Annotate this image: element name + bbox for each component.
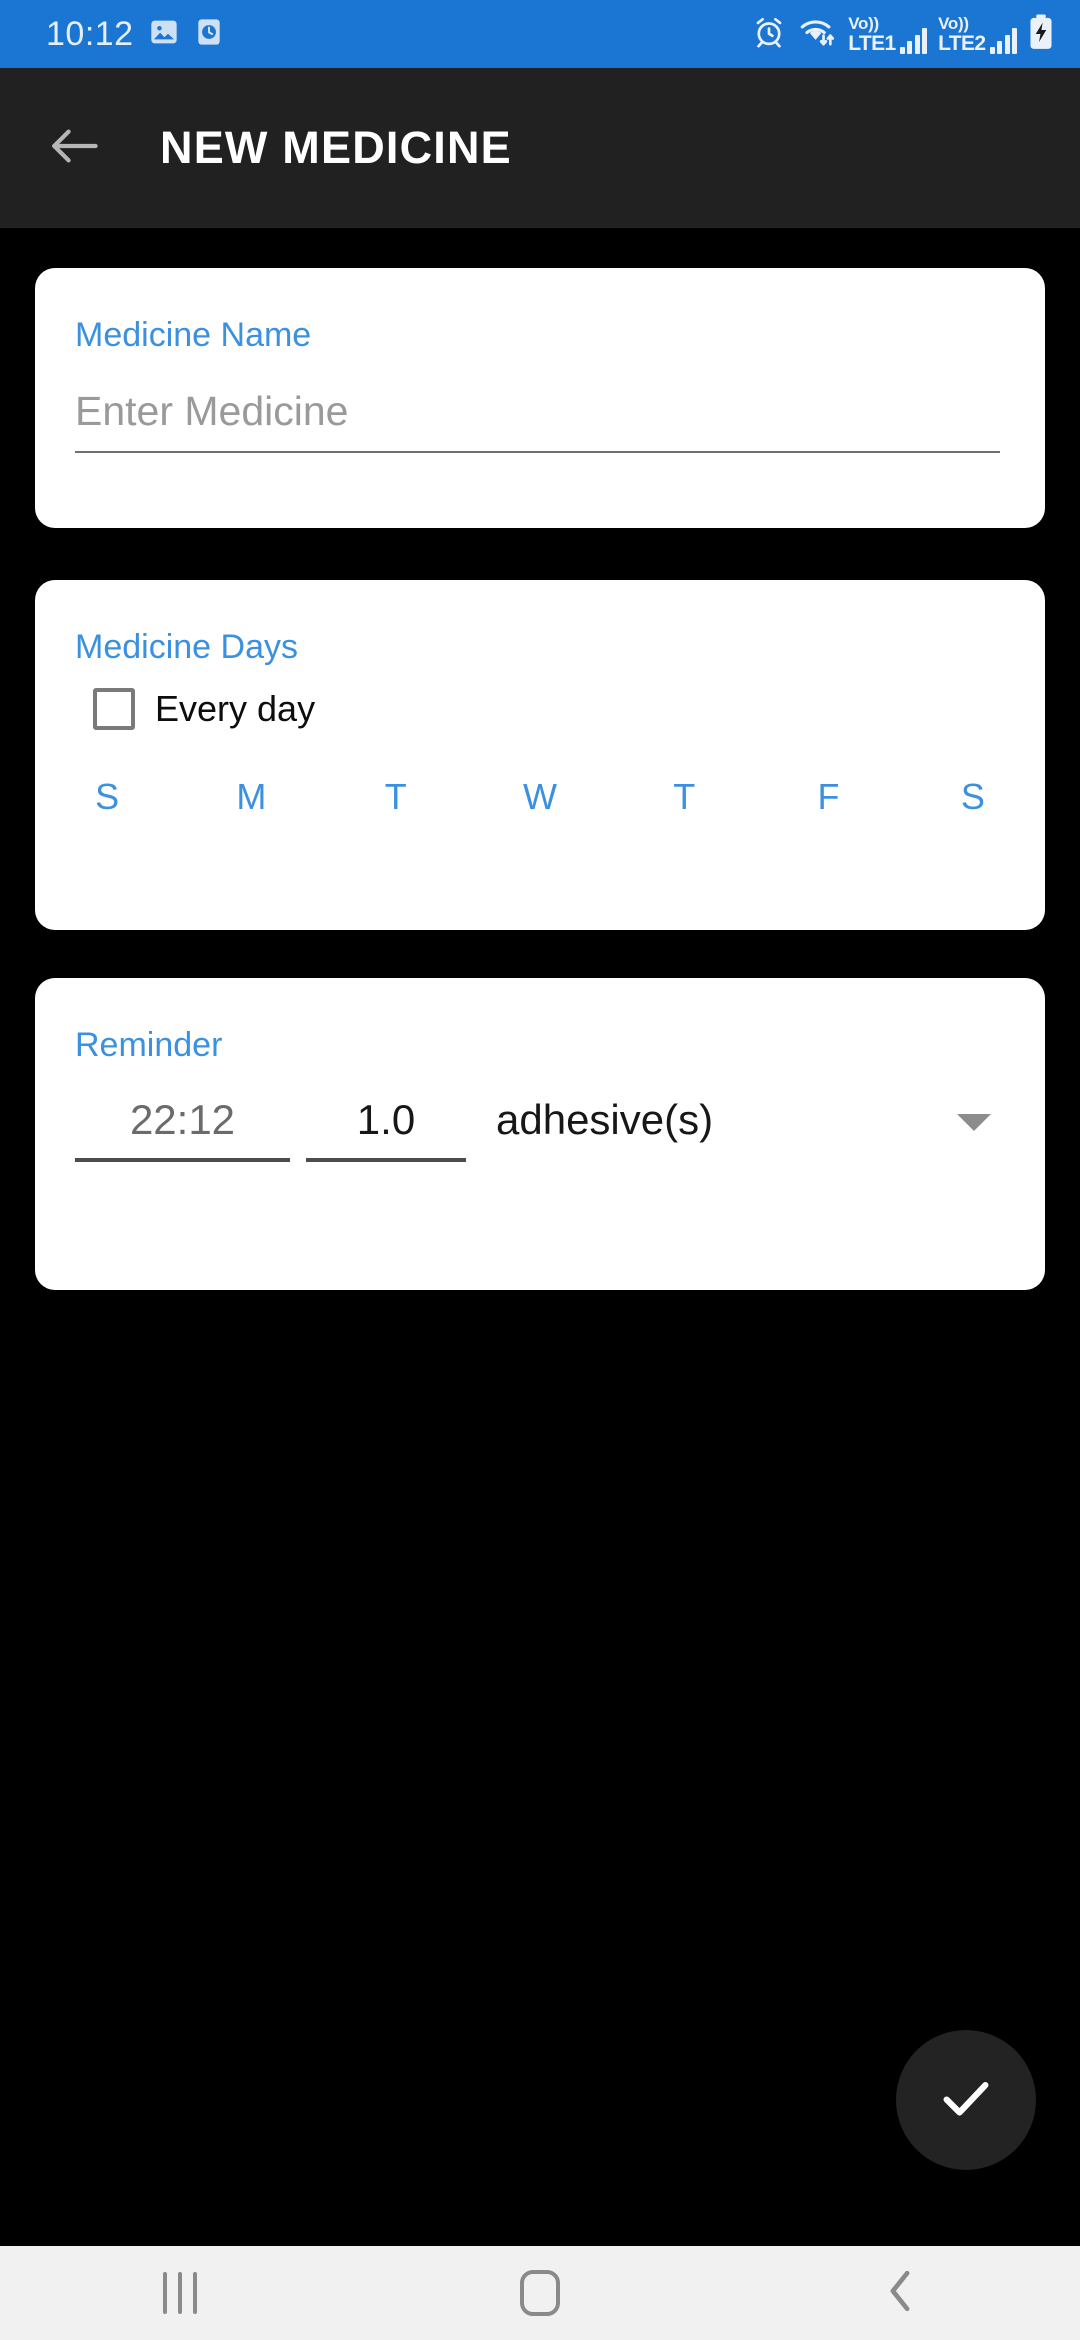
- day-selector: S M T W T F S: [35, 776, 1045, 818]
- sim1-volte-indicator: Vo)) LTE1: [848, 13, 928, 55]
- system-navigation-bar: [0, 2246, 1080, 2340]
- nav-recents-button[interactable]: [0, 2272, 360, 2314]
- day-toggle-sunday[interactable]: S: [35, 776, 179, 818]
- status-bar-left: 10:12: [46, 15, 224, 54]
- every-day-row[interactable]: Every day: [93, 688, 315, 730]
- medicine-name-field: [75, 388, 1000, 453]
- nav-home-button[interactable]: [360, 2270, 720, 2316]
- wifi-data-icon: [797, 15, 837, 54]
- sim2-volte-indicator: Vo)) LTE2: [938, 15, 1017, 54]
- sim1-labels: Vo)) LTE1: [848, 13, 896, 55]
- signal-bars-icon: [899, 27, 928, 54]
- reminder-card: Reminder 22:12 1.0 adhesive(s): [35, 978, 1045, 1290]
- chevron-down-icon: [957, 1113, 991, 1131]
- arrow-left-icon: [47, 124, 101, 173]
- check-icon: [935, 2067, 997, 2134]
- day-toggle-tuesday[interactable]: T: [324, 776, 468, 818]
- app-bar: NEW MEDICINE: [0, 68, 1080, 228]
- reminder-time-field[interactable]: 22:12: [75, 1096, 290, 1162]
- reminder-dose-field[interactable]: 1.0: [306, 1096, 466, 1162]
- medicine-days-label: Medicine Days: [75, 628, 298, 666]
- nav-back-button[interactable]: [720, 2266, 1080, 2321]
- reminder-time-value: 22:12: [129, 1096, 236, 1143]
- day-toggle-thursday[interactable]: T: [612, 776, 756, 818]
- status-bar-clock: 10:12: [46, 14, 134, 53]
- clock-badge-icon: [194, 16, 224, 53]
- status-bar: 10:12 Vo)) LTE1 Vo)) LTE2: [0, 0, 1080, 68]
- phone-screen: 10:12 Vo)) LTE1 Vo)) LTE2 NEW MEDICINE M…: [0, 0, 1080, 2340]
- medicine-days-card: Medicine Days Every day S M T W T F S: [35, 580, 1045, 930]
- home-icon: [520, 2270, 560, 2316]
- battery-charging-icon: [1028, 14, 1054, 55]
- reminder-unit-value: adhesive(s): [496, 1096, 714, 1143]
- every-day-checkbox[interactable]: [93, 688, 135, 730]
- medicine-name-label: Medicine Name: [75, 316, 312, 354]
- alarm-icon: [752, 15, 786, 54]
- sim1-lte-label: LTE1: [848, 31, 896, 55]
- confirm-fab-button[interactable]: [896, 2030, 1036, 2170]
- medicine-name-card: Medicine Name: [35, 268, 1045, 528]
- reminder-label: Reminder: [75, 1026, 223, 1064]
- reminder-dose-value: 1.0: [356, 1096, 416, 1143]
- sim2-lte-label: LTE2: [938, 31, 986, 55]
- back-button[interactable]: [26, 124, 122, 173]
- reminder-dose-underline: [306, 1158, 466, 1162]
- sim2-labels: Vo)) LTE2: [938, 13, 986, 55]
- reminder-row: 22:12 1.0 adhesive(s): [75, 1096, 1005, 1162]
- status-bar-right: Vo)) LTE1 Vo)) LTE2: [752, 14, 1054, 55]
- every-day-label: Every day: [155, 688, 316, 729]
- day-toggle-monday[interactable]: M: [179, 776, 323, 818]
- reminder-time-underline: [75, 1158, 290, 1162]
- sim2-vo-label: Vo)): [938, 13, 969, 33]
- page-title: NEW MEDICINE: [160, 122, 512, 173]
- medicine-name-input[interactable]: [75, 388, 1000, 453]
- day-toggle-saturday[interactable]: S: [901, 776, 1045, 818]
- day-toggle-friday[interactable]: F: [756, 776, 900, 818]
- chevron-left-icon: [882, 2266, 918, 2321]
- recents-icon: [163, 2272, 197, 2314]
- reminder-unit-dropdown[interactable]: adhesive(s): [496, 1096, 1005, 1144]
- day-toggle-wednesday[interactable]: W: [468, 776, 612, 818]
- sim1-vo-label: Vo)): [848, 13, 879, 33]
- image-icon: [148, 16, 180, 53]
- signal-bars-icon: [989, 27, 1017, 54]
